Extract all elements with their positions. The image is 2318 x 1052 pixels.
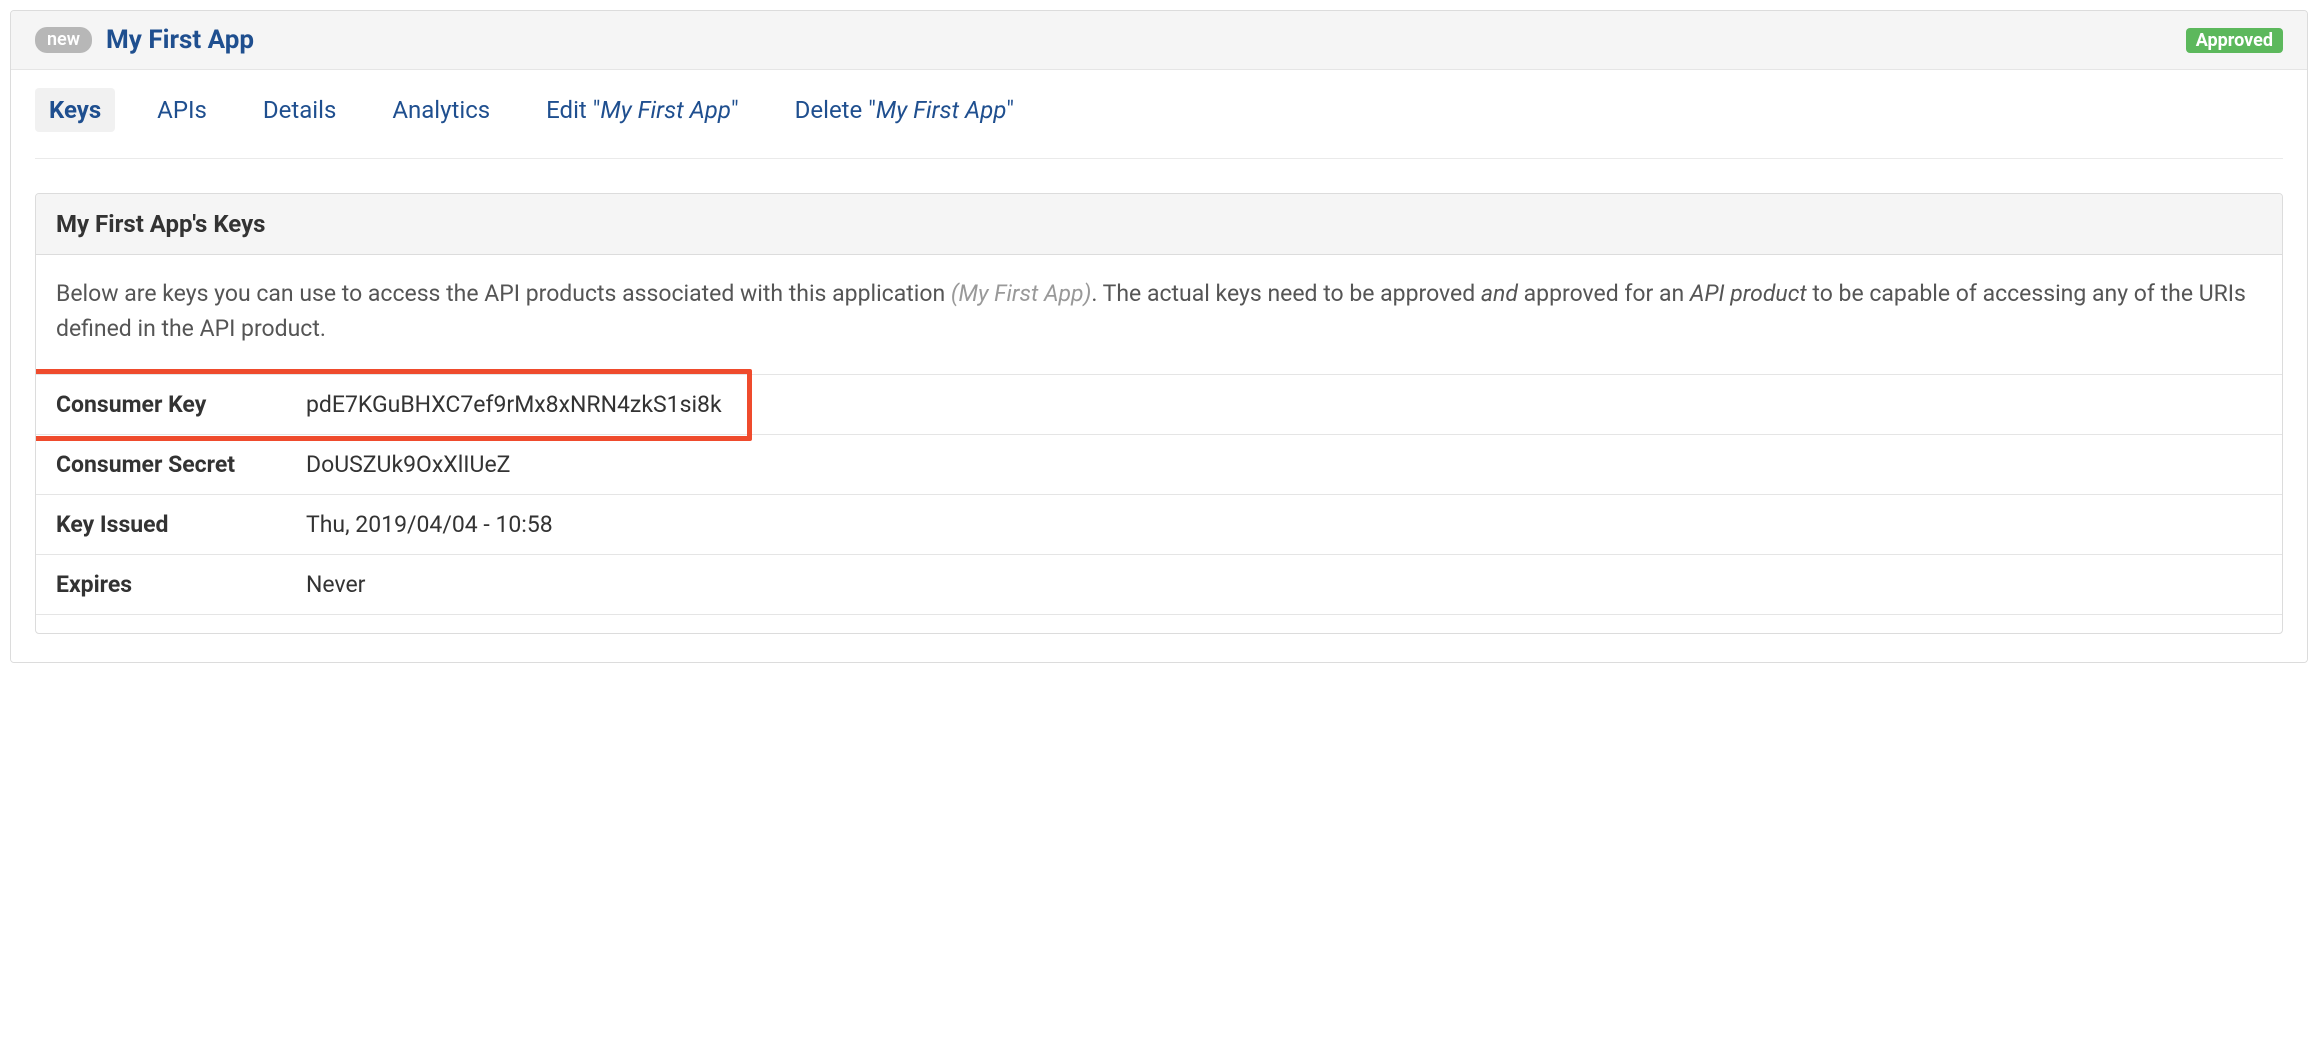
consumer-key-value: pdE7KGuBHXC7ef9rMx8xNRN4zkS1si8k (286, 375, 2282, 435)
tab-analytics[interactable]: Analytics (378, 88, 504, 132)
tab-details[interactable]: Details (249, 88, 350, 132)
row-consumer-key: Consumer Key pdE7KGuBHXC7ef9rMx8xNRN4zkS… (36, 375, 2282, 435)
card-body: Keys APIs Details Analytics Edit "My Fir… (11, 70, 2307, 662)
keys-table-wrap: Consumer Key pdE7KGuBHXC7ef9rMx8xNRN4zkS… (36, 374, 2282, 615)
tab-edit-name: My First App (600, 96, 731, 124)
tab-delete-prefix: Delete " (795, 96, 876, 124)
header-left: new My First App (35, 25, 254, 55)
row-expires: Expires Never (36, 555, 2282, 615)
status-badge: Approved (2186, 28, 2283, 53)
intro-seg-3: approved for an (1518, 280, 1690, 307)
tab-delete[interactable]: Delete "My First App" (781, 88, 1028, 132)
tab-edit-prefix: Edit " (546, 96, 600, 124)
consumer-key-value-text: pdE7KGuBHXC7ef9rMx8xNRN4zkS1si8k (306, 391, 722, 418)
tab-keys[interactable]: Keys (35, 88, 115, 132)
app-title: My First App (106, 25, 254, 55)
intro-seg-1: Below are keys you can use to access the… (56, 280, 951, 307)
tab-edit[interactable]: Edit "My First App" (532, 88, 752, 132)
expires-label: Expires (36, 555, 286, 615)
row-consumer-secret: Consumer Secret DoUSZUk9OxXlIUeZ (36, 435, 2282, 495)
intro-app-name: (My First App) (951, 280, 1091, 307)
keys-panel-title: My First App's Keys (36, 194, 2282, 255)
expires-value: Never (286, 555, 2282, 615)
key-issued-label: Key Issued (36, 495, 286, 555)
consumer-secret-value: DoUSZUk9OxXlIUeZ (286, 435, 2282, 495)
intro-and: and (1481, 280, 1518, 307)
key-issued-value: Thu, 2019/04/04 - 10:58 (286, 495, 2282, 555)
keys-intro-text: Below are keys you can use to access the… (36, 255, 2282, 374)
card-header: new My First App Approved (11, 11, 2307, 70)
intro-seg-2: . The actual keys need to be approved (1091, 280, 1481, 307)
page-root: new My First App Approved Keys APIs Deta… (0, 0, 2318, 673)
keys-table: Consumer Key pdE7KGuBHXC7ef9rMx8xNRN4zkS… (36, 374, 2282, 615)
tab-apis[interactable]: APIs (143, 88, 221, 132)
consumer-key-label: Consumer Key (36, 375, 286, 435)
tab-edit-suffix: " (731, 96, 739, 124)
consumer-secret-label: Consumer Secret (36, 435, 286, 495)
tab-bar: Keys APIs Details Analytics Edit "My Fir… (35, 88, 2283, 159)
tab-delete-name: My First App (876, 96, 1007, 124)
new-badge: new (35, 27, 92, 53)
tab-delete-suffix: " (1006, 96, 1014, 124)
app-card: new My First App Approved Keys APIs Deta… (10, 10, 2308, 663)
row-key-issued: Key Issued Thu, 2019/04/04 - 10:58 (36, 495, 2282, 555)
keys-panel: My First App's Keys Below are keys you c… (35, 193, 2283, 634)
intro-api-product: API product (1690, 280, 1807, 307)
